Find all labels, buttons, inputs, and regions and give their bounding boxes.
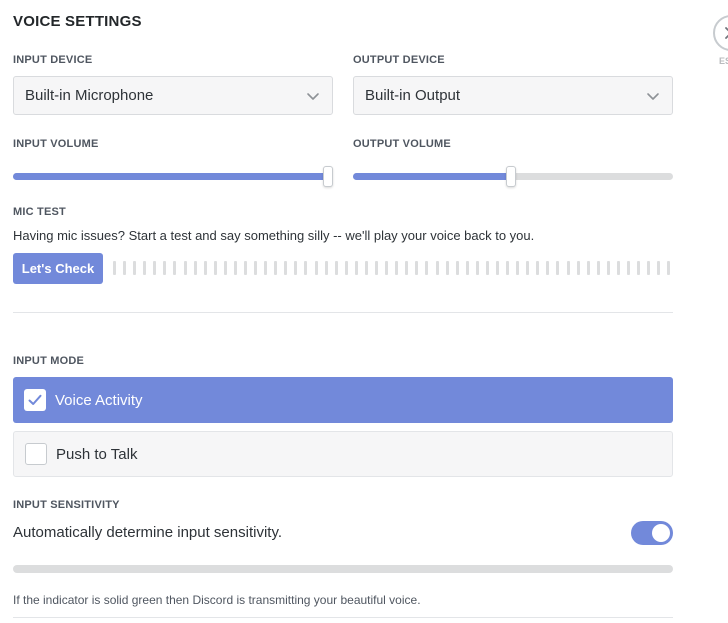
mic-meter-bar [647,261,651,275]
mic-meter-bar [123,261,127,275]
close-control[interactable]: ESC [713,15,728,66]
output-volume-label: OUTPUT VOLUME [353,138,451,150]
mic-meter-bar [294,261,298,275]
mic-meter-bar [385,261,389,275]
mic-meter-bar [546,261,550,275]
section-divider [13,312,673,313]
mic-meter-bar [223,261,227,275]
mic-level-meter [113,261,671,275]
mic-meter-bar [193,261,197,275]
auto-sensitivity-toggle[interactable] [631,521,673,545]
mic-meter-bar [203,261,207,275]
chevron-down-icon [647,93,659,100]
sensitivity-footnote: If the indicator is solid green then Dis… [13,593,421,607]
mic-meter-bar [516,261,520,275]
mic-meter-bar [667,261,671,275]
mic-meter-bar [455,261,459,275]
input-volume-label: INPUT VOLUME [13,138,99,150]
input-volume-fill [13,173,328,180]
sensitivity-indicator-bar [13,565,673,573]
input-volume-slider[interactable] [13,166,333,187]
input-device-label: INPUT DEVICE [13,54,93,66]
output-device-select[interactable]: Built-in Output [353,76,673,115]
mic-meter-bar [445,261,449,275]
mic-test-label: MIC TEST [13,206,66,218]
input-mode-voice-activity[interactable]: Voice Activity [13,377,673,423]
input-sensitivity-label: INPUT SENSITIVITY [13,499,120,511]
mic-meter-bar [143,261,147,275]
mic-meter-bar [415,261,419,275]
mic-meter-bar [506,261,510,275]
page-title: VOICE SETTINGS [13,13,142,30]
mic-meter-bar [173,261,177,275]
output-volume-slider[interactable] [353,166,673,187]
mic-meter-bar [435,261,439,275]
mic-meter-bar [375,261,379,275]
mic-meter-bar [183,261,187,275]
mic-meter-bar [314,261,318,275]
input-mode-push-to-talk[interactable]: Push to Talk [13,431,673,477]
mic-meter-bar [566,261,570,275]
mic-meter-bar [254,261,258,275]
mic-meter-bar [113,261,116,275]
mic-meter-bar [425,261,429,275]
mic-meter-bar [244,261,248,275]
mic-meter-bar [536,261,540,275]
mic-meter-bar [274,261,278,275]
mic-meter-bar [485,261,489,275]
mic-meter-bar [133,261,137,275]
input-mode-label: INPUT MODE [13,355,85,367]
mic-meter-bar [465,261,469,275]
mic-meter-bar [475,261,479,275]
output-volume-grabber[interactable] [506,166,516,187]
mic-meter-bar [354,261,358,275]
mic-meter-bar [596,261,600,275]
mic-meter-bar [153,261,157,275]
mic-meter-bar [213,261,217,275]
mic-meter-bar [657,261,661,275]
mic-meter-bar [405,261,409,275]
input-device-value: Built-in Microphone [25,87,154,104]
mic-meter-bar [395,261,399,275]
input-volume-grabber[interactable] [323,166,333,187]
auto-sensitivity-label: Automatically determine input sensitivit… [13,524,283,541]
mic-meter-bar [495,261,499,275]
mic-test-description: Having mic issues? Start a test and say … [13,228,535,243]
lets-check-button[interactable]: Let's Check [13,253,103,284]
chevron-down-icon [307,93,319,100]
mic-meter-bar [586,261,590,275]
close-button[interactable] [713,15,728,51]
output-volume-fill [353,173,511,180]
mic-meter-bar [616,261,620,275]
mic-meter-bar [606,261,610,275]
checkmark-icon [28,394,42,405]
mic-meter-bar [304,261,308,275]
input-device-select[interactable]: Built-in Microphone [13,76,333,115]
mic-meter-bar [264,261,268,275]
close-hint: ESC [719,56,728,66]
mic-meter-bar [334,261,338,275]
mic-meter-bar [163,261,167,275]
mic-meter-bar [233,261,237,275]
mic-meter-bar [637,261,641,275]
mic-meter-bar [556,261,560,275]
push-to-talk-label: Push to Talk [56,445,138,463]
checkbox-unchecked [25,443,47,465]
mic-meter-bar [324,261,328,275]
mic-meter-bar [284,261,288,275]
mic-meter-bar [576,261,580,275]
voice-settings-page: VOICE SETTINGS ESC INPUT DEVICE Built-in… [0,0,728,623]
mic-meter-bar [344,261,348,275]
mic-meter-bar [626,261,630,275]
mic-meter-bar [364,261,368,275]
bottom-divider [13,617,673,618]
checkbox-checked [24,389,46,411]
output-device-value: Built-in Output [365,87,461,104]
mic-meter-bar [526,261,530,275]
toggle-knob [652,524,670,542]
voice-activity-label: Voice Activity [55,391,143,409]
output-device-label: OUTPUT DEVICE [353,54,445,66]
